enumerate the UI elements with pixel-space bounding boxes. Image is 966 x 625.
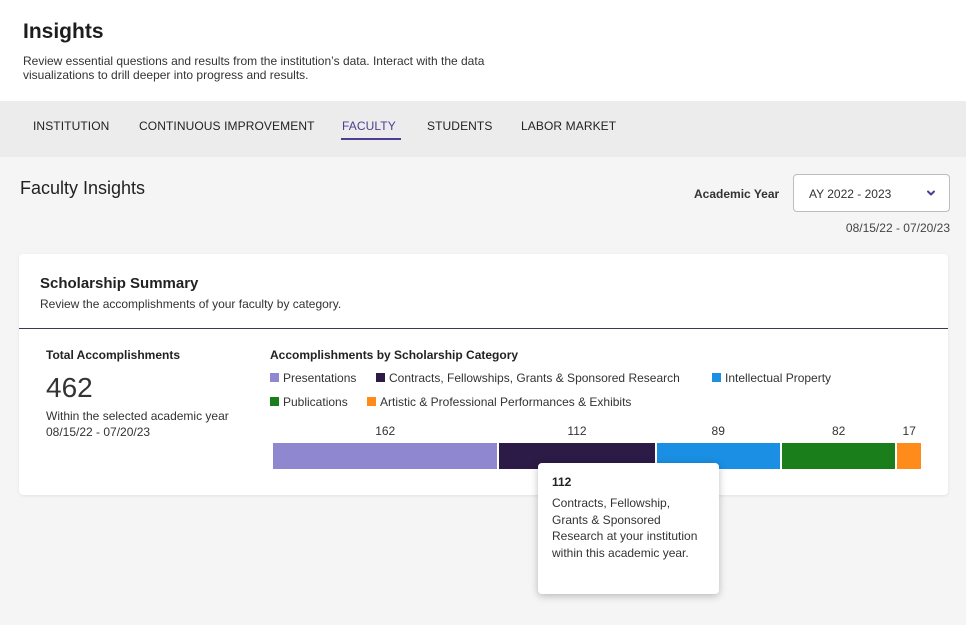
tab-continuous-improvement[interactable]: CONTINUOUS IMPROVEMENT <box>139 119 315 133</box>
active-tab-indicator <box>341 138 401 140</box>
legend-item-publications: Publications <box>270 395 348 409</box>
legend-label: Publications <box>283 395 348 409</box>
chevron-down-icon <box>927 190 935 196</box>
academic-year-select[interactable]: AY 2022 - 2023 <box>793 174 950 212</box>
page-description: Review essential questions and results f… <box>23 54 485 82</box>
bar-value-label: 112 <box>567 424 587 438</box>
card-subtitle: Review the accomplishments of your facul… <box>40 297 342 311</box>
tab-institution[interactable]: INSTITUTION <box>33 119 109 133</box>
legend-swatch <box>367 397 376 406</box>
section-title: Faculty Insights <box>20 178 146 198</box>
legend-item-artistic: Artistic & Professional Performances & E… <box>367 395 631 409</box>
academic-year-date-range: 08/15/22 - 07/20/23 <box>845 221 950 235</box>
card-title: Scholarship Summary <box>40 275 199 292</box>
legend-swatch <box>712 373 721 382</box>
bar-segment-presentations[interactable] <box>273 443 498 469</box>
page-title: Insights <box>23 20 104 43</box>
bar-value-label: 17 <box>902 424 916 438</box>
legend-item-intellectual-property: Intellectual Property <box>712 371 831 385</box>
chart-title: Accomplishments by Scholarship Category <box>270 348 519 362</box>
legend-item-presentations: Presentations <box>270 371 356 385</box>
tooltip-value: 112 <box>552 475 572 489</box>
legend-label: Presentations <box>283 371 357 385</box>
academic-year-value: AY 2022 - 2023 <box>809 187 892 201</box>
tab-students[interactable]: STUDENTS <box>427 119 492 133</box>
total-accomplishments-label: Total Accomplishments <box>46 348 181 362</box>
bar-value-label: 89 <box>711 424 725 438</box>
bar-value-label: 162 <box>375 424 396 438</box>
tab-labor-market[interactable]: LABOR MARKET <box>521 119 616 133</box>
tab-faculty[interactable]: FACULTY <box>342 119 396 133</box>
legend-swatch <box>270 373 279 382</box>
legend-label: Intellectual Property <box>725 371 832 385</box>
bar-segment-artistic[interactable] <box>897 443 921 469</box>
page-header: Insights Review essential questions and … <box>0 0 966 101</box>
legend-label: Artistic & Professional Performances & E… <box>380 395 632 409</box>
tooltip-text: Contracts, Fellowship, Grants & Sponsore… <box>552 496 698 560</box>
legend-swatch <box>270 397 279 406</box>
legend-label: Contracts, Fellowships, Grants & Sponsor… <box>389 371 680 385</box>
legend-item-contracts: Contracts, Fellowships, Grants & Sponsor… <box>376 371 680 385</box>
scholarship-summary-card: Scholarship Summary Review the accomplis… <box>19 254 948 495</box>
total-accomplishments-value: 462 <box>46 372 93 403</box>
card-divider <box>19 328 948 329</box>
total-accomplishments-description: Within the selected academic year 08/15/… <box>46 409 229 439</box>
academic-year-label: Academic Year <box>694 187 780 201</box>
chart-tooltip: 112 Contracts, Fellowship, Grants & Spon… <box>538 463 719 594</box>
bar-value-label: 82 <box>831 424 846 438</box>
bar-segment-publications[interactable] <box>781 443 896 469</box>
tab-bar: INSTITUTION CONTINUOUS IMPROVEMENT FACUL… <box>0 101 966 157</box>
legend-swatch <box>376 373 385 382</box>
